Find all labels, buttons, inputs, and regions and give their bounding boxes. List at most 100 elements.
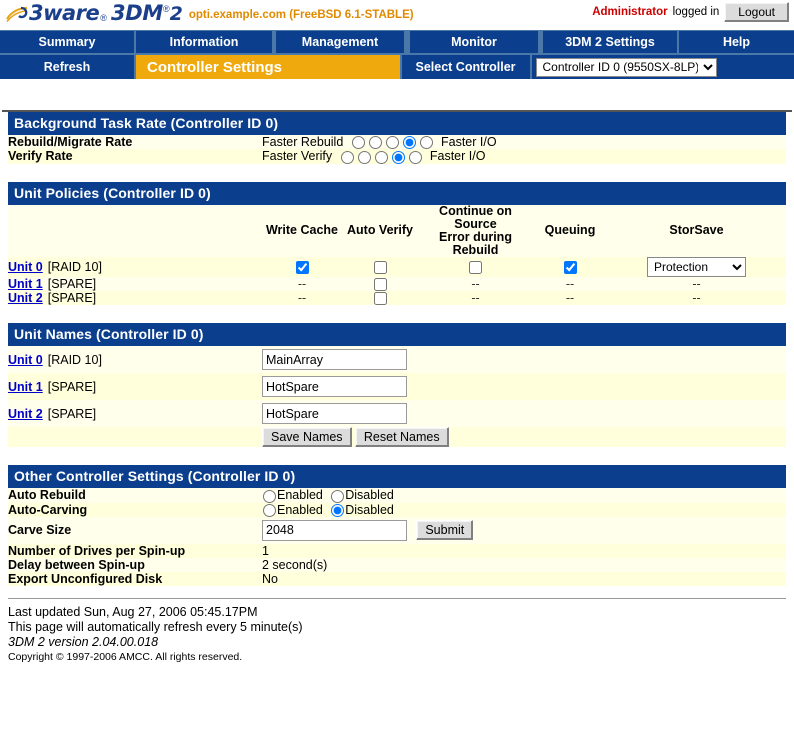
- verify-rate-radio-2[interactable]: [357, 150, 371, 164]
- rebuild-rate-radio-3[interactable]: [385, 136, 399, 150]
- reset-names-button[interactable]: Reset Names: [354, 427, 449, 448]
- auto-rebuild-disabled-radio[interactable]: [331, 489, 345, 503]
- unit-0-queuing-checkbox[interactable]: [563, 260, 577, 274]
- auto-carving-label: Auto-Carving: [8, 502, 88, 517]
- unit-type-1: [SPARE]: [47, 276, 97, 291]
- unit-policies-body: Write Cache Auto Verify Continue on Sour…: [8, 204, 786, 306]
- hostname-label: opti.example.com (FreeBSD 6.1-STABLE): [188, 9, 414, 21]
- logo-registered-mark: ®: [100, 13, 107, 23]
- login-status-area: Administrator logged in Logout: [592, 2, 789, 22]
- top-header-bar: 3ware ® 3DM ® 2 opti.example.com (FreeBS…: [0, 0, 794, 30]
- unit-names-row-1-unit: Unit 1 [SPARE]: [8, 373, 262, 400]
- table-row: Rebuild/Migrate Rate Faster Rebuild Fast…: [8, 135, 786, 150]
- nav-tab-information[interactable]: Information: [136, 31, 272, 53]
- unit-0-auto-verify-cell: [342, 257, 418, 277]
- logout-button[interactable]: Logout: [724, 2, 789, 22]
- auto-rebuild-enabled-radio[interactable]: [263, 489, 276, 503]
- page-title: Controller Settings: [136, 55, 400, 79]
- auto-carving-disabled-radio[interactable]: [331, 503, 345, 517]
- unit-names-body: Unit 0 [RAID 10] Unit 1 [SPARE]: [8, 346, 786, 448]
- unit-2-queuing-cell: --: [565, 291, 575, 306]
- unit-0-name-input[interactable]: [262, 349, 407, 371]
- unit-2-name-input[interactable]: [262, 403, 407, 425]
- unit-name-link-2[interactable]: Unit 2: [8, 407, 43, 421]
- carve-size-submit-button[interactable]: Submit: [416, 520, 474, 541]
- last-updated-text: Last updated Sun, Aug 27, 2006 05:45.17P…: [8, 604, 258, 619]
- table-row: Unit 0 [RAID 10]: [8, 346, 786, 374]
- rebuild-rate-radio-4[interactable]: [402, 136, 416, 150]
- unit-name-link-0[interactable]: Unit 0: [8, 353, 43, 367]
- unit-2-auto-verify-cell: [342, 291, 418, 306]
- unit-1-auto-verify-checkbox[interactable]: [373, 277, 387, 291]
- refresh-button[interactable]: Refresh: [0, 55, 134, 79]
- unit-name-type-0: [RAID 10]: [47, 352, 102, 367]
- controller-select[interactable]: Controller ID 0 (9550SX-8LP): [535, 57, 717, 77]
- faster-rebuild-label: Faster Rebuild: [262, 135, 344, 149]
- unit-1-storsave-cell: --: [692, 276, 701, 291]
- table-row: Unit 1 [SPARE] -- -- -- --: [8, 276, 786, 291]
- unit-link-2[interactable]: Unit 2: [8, 291, 43, 305]
- unit-2-continue-on-source-error-cell: --: [471, 291, 480, 306]
- unit-name-link-1[interactable]: Unit 1: [8, 380, 43, 394]
- auto-rebuild-disabled-label: Disabled: [345, 488, 394, 503]
- rebuild-rate-radio-2[interactable]: [368, 136, 382, 150]
- auto-carving-enabled-radio[interactable]: [263, 503, 276, 517]
- unit-0-auto-verify-checkbox[interactable]: [373, 260, 387, 274]
- verify-rate-control: Faster Verify Faster I/O: [262, 149, 786, 164]
- carve-size-input[interactable]: [262, 519, 407, 541]
- rebuild-rate-radio-group[interactable]: [351, 136, 434, 150]
- faster-io-label-verify: Faster I/O: [429, 149, 486, 164]
- table-row: Delay between Spin-up 2 second(s): [8, 557, 786, 572]
- unit-policies-col-unit: [8, 205, 262, 257]
- unit-2-storsave-cell: --: [692, 291, 701, 306]
- section-unit-policies: Unit Policies (Controller ID 0) Write Ca…: [8, 181, 786, 306]
- product-logo: 3ware ® 3DM ® 2 opti.example.com (FreeBS…: [6, 1, 414, 25]
- main-navigation: Summary Information Management Monitor 3…: [0, 30, 794, 79]
- unit-names-row-0-unit: Unit 0 [RAID 10]: [8, 346, 262, 373]
- auto-carving-enabled-label: Enabled: [277, 502, 323, 517]
- section-other-controller-settings: Other Controller Settings (Controller ID…: [8, 465, 786, 586]
- nav-tab-summary[interactable]: Summary: [0, 31, 134, 53]
- unit-names-table: Unit 0 [RAID 10] Unit 1 [SPARE]: [8, 346, 786, 448]
- unit-0-continue-on-source-error-cell: [418, 257, 533, 277]
- table-row: Verify Rate Faster Verify Faster I/O: [8, 149, 786, 164]
- unit-0-storsave-select[interactable]: Protection: [647, 256, 746, 277]
- nav-tab-3dm2-settings[interactable]: 3DM 2 Settings: [543, 31, 677, 53]
- verify-rate-radio-1[interactable]: [340, 150, 354, 164]
- logo-version-two: 2: [169, 3, 183, 25]
- unit-link-1[interactable]: Unit 1: [8, 277, 43, 291]
- footer-divider: [8, 597, 786, 599]
- auto-rebuild-label: Auto Rebuild: [8, 488, 86, 503]
- save-names-button[interactable]: Save Names: [262, 427, 352, 448]
- verify-rate-radio-5[interactable]: [408, 150, 422, 164]
- unit-2-auto-verify-checkbox[interactable]: [373, 292, 387, 306]
- page-footer: Last updated Sun, Aug 27, 2006 05:45.17P…: [8, 586, 786, 665]
- refresh-notice-text: This page will automatically refresh eve…: [8, 619, 303, 634]
- verify-rate-radio-group[interactable]: [340, 150, 423, 164]
- unit-0-write-cache-checkbox[interactable]: [295, 260, 309, 274]
- nav-tab-management[interactable]: Management: [276, 31, 404, 53]
- export-unconfigured-disk-value: No: [262, 571, 278, 586]
- unit-link-0[interactable]: Unit 0: [8, 260, 43, 274]
- unit-0-queuing-cell: [533, 257, 607, 277]
- unit-0-continue-on-source-error-checkbox[interactable]: [469, 260, 482, 274]
- controller-select-wrap: Controller ID 0 (9550SX-8LP): [531, 55, 794, 79]
- verify-rate-radio-4[interactable]: [391, 150, 405, 164]
- auto-carving-control: Enabled Disabled: [262, 503, 786, 517]
- delay-between-spinup-label: Delay between Spin-up: [8, 557, 145, 572]
- nav-tab-monitor[interactable]: Monitor: [410, 31, 538, 53]
- swoosh-icon: [6, 6, 28, 23]
- background-task-rate-body: Rebuild/Migrate Rate Faster Rebuild Fast…: [8, 135, 786, 164]
- rebuild-rate-radio-5[interactable]: [419, 136, 433, 150]
- background-task-rate-heading: Background Task Rate (Controller ID 0): [8, 112, 786, 135]
- unit-1-name-input[interactable]: [262, 376, 407, 398]
- version-text: 3DM 2 version 2.04.00.018: [8, 634, 159, 649]
- unit-policies-row-0-unit: Unit 0 [RAID 10]: [8, 257, 262, 277]
- verify-rate-radio-3[interactable]: [374, 150, 388, 164]
- other-controller-settings-heading: Other Controller Settings (Controller ID…: [8, 465, 786, 489]
- background-task-rate-table: Rebuild/Migrate Rate Faster Rebuild Fast…: [8, 135, 786, 164]
- rebuild-rate-radio-1[interactable]: [351, 136, 365, 150]
- table-row: Export Unconfigured Disk No: [8, 571, 786, 586]
- nav-tab-help[interactable]: Help: [679, 31, 794, 53]
